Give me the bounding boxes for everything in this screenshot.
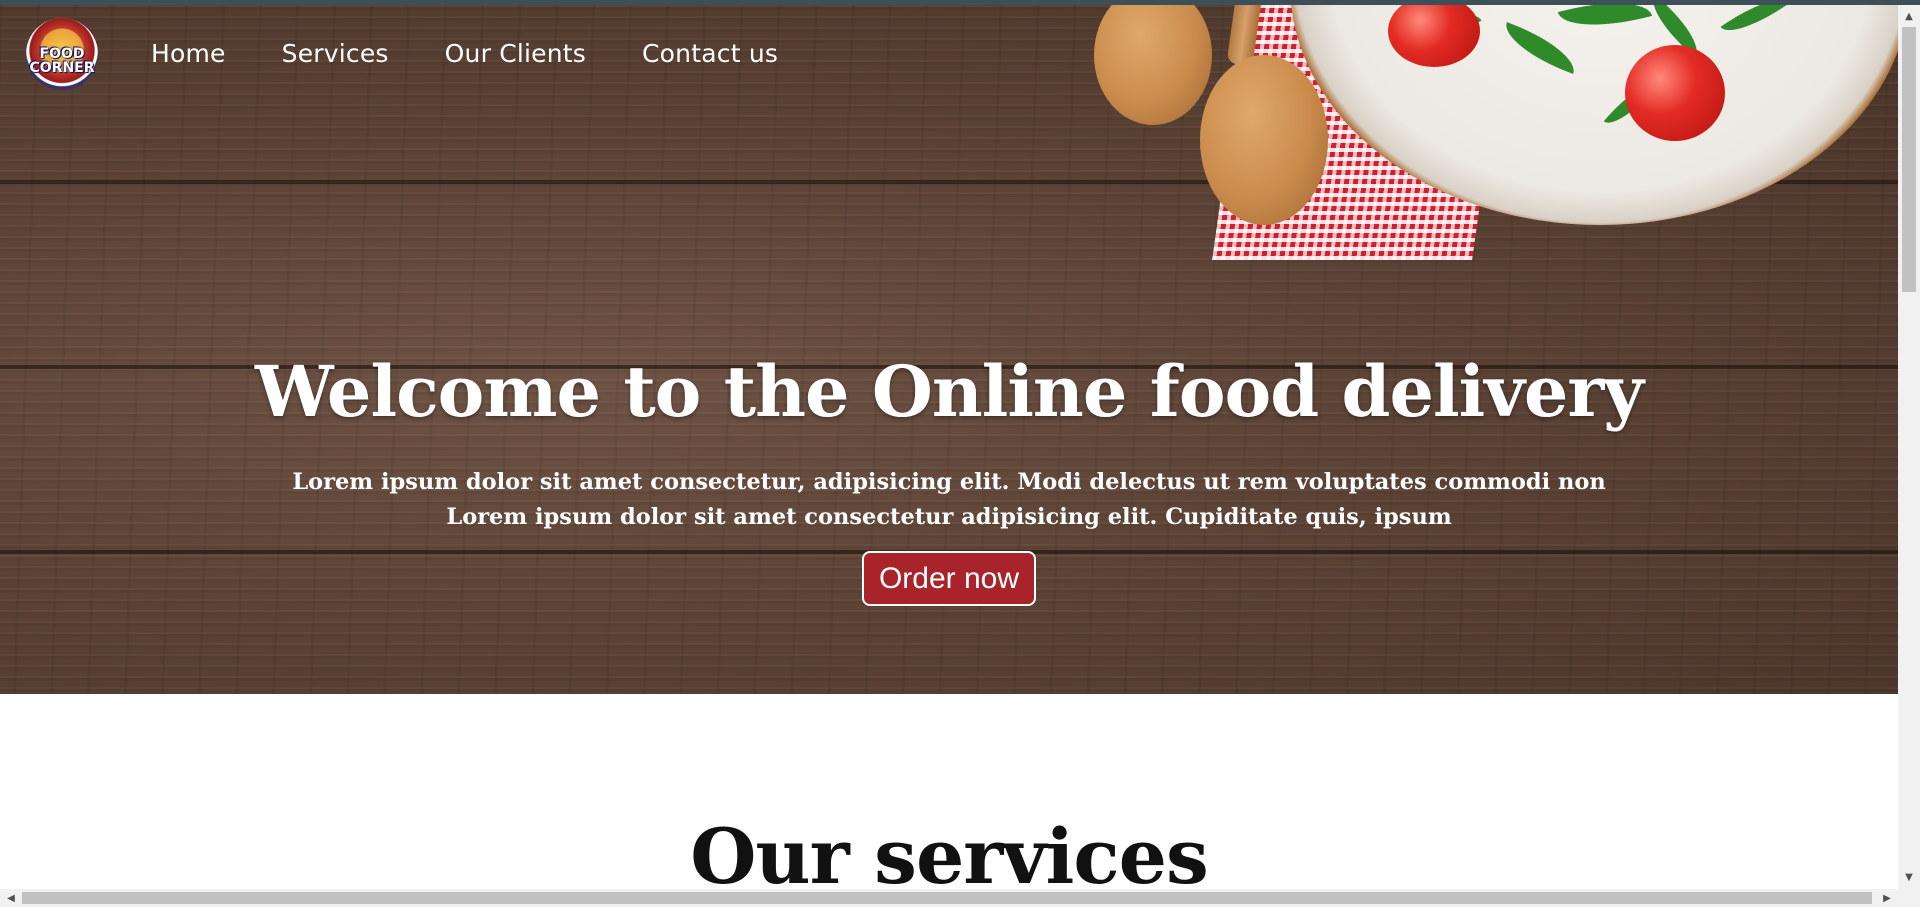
nav-link-services[interactable]: Services (282, 39, 389, 68)
horizontal-scrollbar-thumb[interactable] (22, 892, 1872, 904)
nav-link-contact-us[interactable]: Contact us (642, 39, 778, 68)
main-nav: Home Services Our Clients Contact us (151, 39, 834, 68)
vertical-scrollbar-thumb[interactable] (1902, 27, 1916, 292)
cherry-tomato-image (1625, 45, 1725, 141)
order-now-button[interactable]: Order now (862, 551, 1036, 606)
wooden-spoon-image (1094, 5, 1212, 125)
scroll-down-arrow-icon[interactable]: ▼ (1898, 866, 1920, 888)
nav-link-home[interactable]: Home (151, 39, 226, 68)
hero-subtitle-line: Lorem ipsum dolor sit amet consectetur, … (292, 469, 1606, 495)
hero-subtitle: Lorem ipsum dolor sit amet consectetur, … (0, 465, 1898, 535)
scroll-left-arrow-icon[interactable]: ◀ (0, 889, 22, 907)
hero-title: Welcome to the Online food delivery (255, 350, 1644, 433)
hero-subtitle-line: Lorem ipsum dolor sit amet consectetur a… (446, 504, 1452, 530)
services-section-title: Our services (690, 812, 1209, 901)
scroll-right-arrow-icon[interactable]: ▶ (1876, 889, 1898, 907)
food-corner-logo[interactable]: FOOD CORNER (26, 18, 98, 90)
nav-link-our-clients[interactable]: Our Clients (445, 39, 586, 68)
logo-text: FOOD CORNER (29, 46, 95, 76)
wooden-spoon-image (1200, 55, 1328, 225)
scroll-up-arrow-icon[interactable]: ▲ (1898, 5, 1920, 27)
